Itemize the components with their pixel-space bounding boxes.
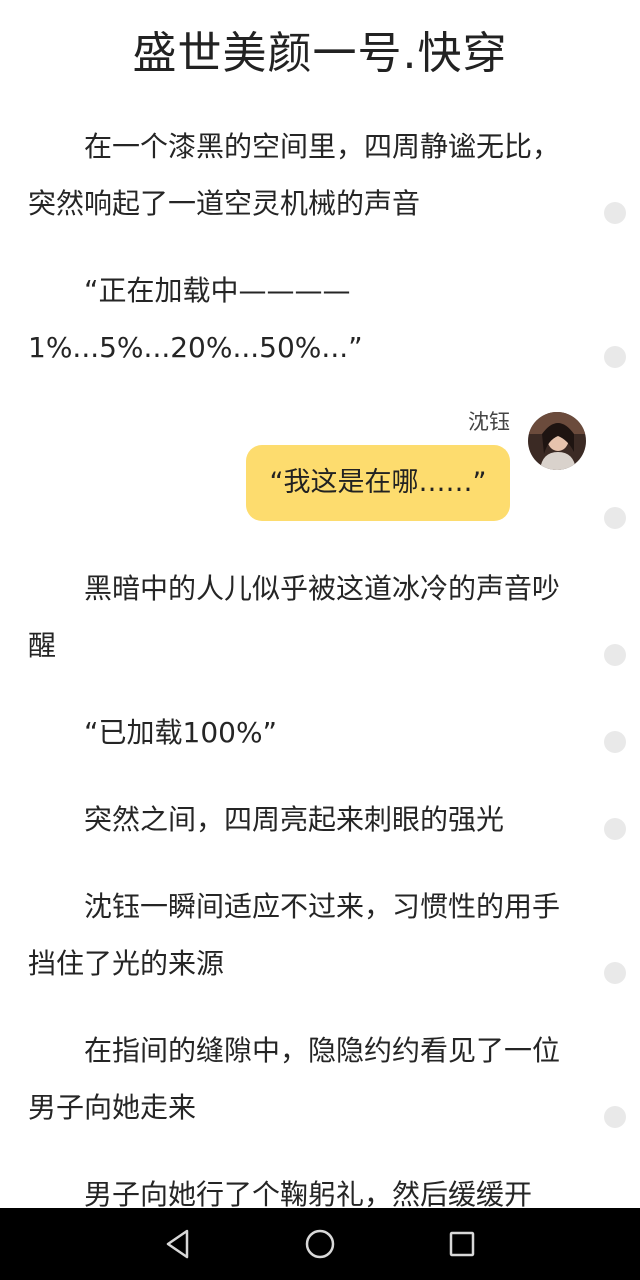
page-title: 盛世美颜一号.快穿: [132, 28, 508, 79]
triangle-back-icon[interactable]: [158, 1224, 198, 1264]
paragraph-comment-dot[interactable]: [604, 731, 626, 753]
paragraph-6: 沈钰一瞬间适应不过来，习惯性的用手挡住了光的来源: [28, 890, 561, 980]
paragraph-comment-dot[interactable]: [604, 1106, 626, 1128]
navigation-bar: [0, 1208, 640, 1280]
paragraph-comment-dot[interactable]: [604, 962, 626, 984]
paragraph-comment-dot[interactable]: [604, 202, 626, 224]
paragraph-7: 在指间的缝隙中，隐隐约约看见了一位男子向她走来: [28, 1034, 561, 1124]
dialogue-bubble[interactable]: “我这是在哪……”: [246, 445, 510, 521]
paragraph-3: 黑暗中的人儿似乎被这道冰冷的声音吵醒: [28, 572, 561, 662]
paragraph-comment-dot[interactable]: [604, 644, 626, 666]
speaker-name: 沈钰: [468, 410, 510, 434]
avatar[interactable]: [528, 412, 586, 470]
paragraph-4: “已加载100%”: [84, 716, 278, 749]
circle-home-icon[interactable]: [300, 1224, 340, 1264]
paragraph-comment-dot[interactable]: [604, 818, 626, 840]
square-recents-icon[interactable]: [442, 1224, 482, 1264]
paragraph-comment-dot[interactable]: [604, 346, 626, 368]
paragraph-comment-dot[interactable]: [604, 507, 626, 529]
paragraph-1: 在一个漆黑的空间里，四周静谧无比，突然响起了一道空灵机械的声音: [28, 130, 561, 220]
paragraph-5: 突然之间，四周亮起来刺眼的强光: [84, 803, 505, 836]
paragraph-2: “正在加载中————1%...5%...20%...50%...”: [28, 274, 363, 364]
